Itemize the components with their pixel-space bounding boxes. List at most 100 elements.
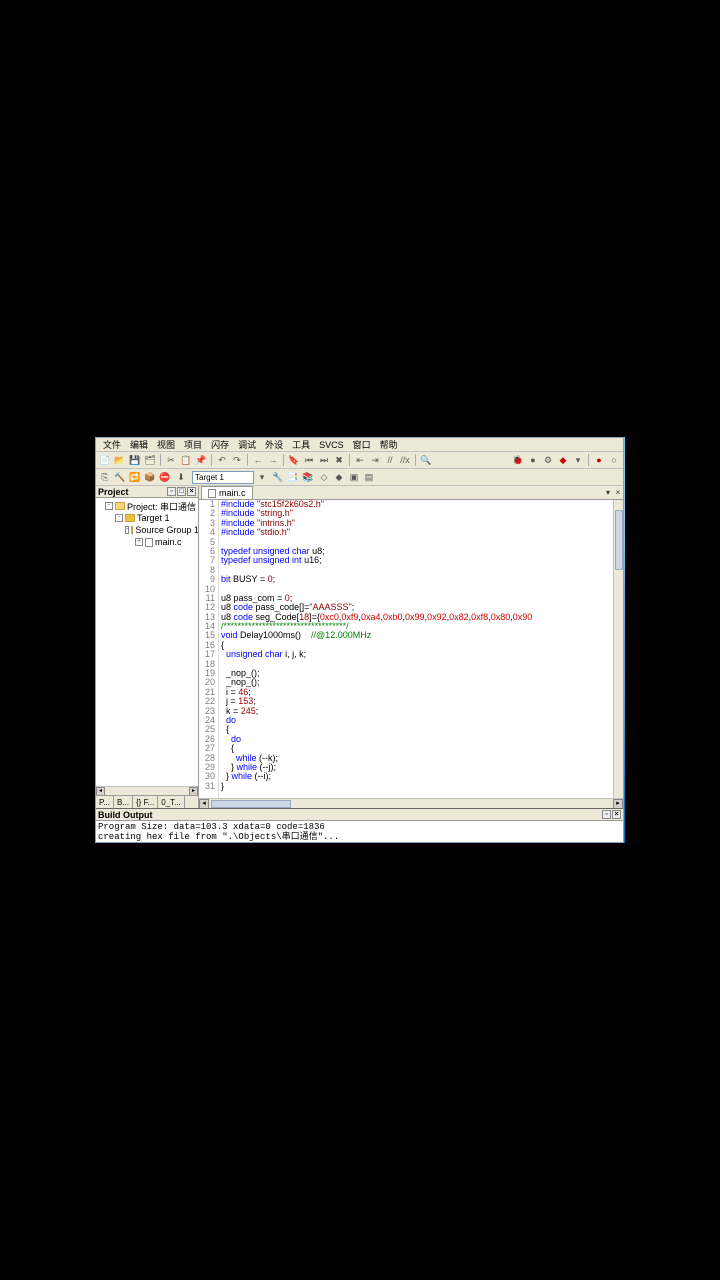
c-file-icon: [208, 489, 216, 498]
tb2-a-icon[interactable]: ◇: [317, 470, 331, 484]
rebuild-icon[interactable]: 🔁: [128, 470, 142, 484]
copy-icon[interactable]: 📋: [179, 453, 193, 467]
tree-expand-icon[interactable]: +: [135, 538, 143, 546]
build-toolbar: ⎘ 🔨 🔁 📦 ⛔ ⬇ Target 1 ▾ 🔧 📑 📚 ◇ ◆ ▣ ▤: [96, 469, 623, 486]
code-editor[interactable]: 1234567891011121314151617181920212223242…: [199, 500, 623, 798]
bookmark-prev-icon[interactable]: ⏮: [302, 453, 316, 467]
indent-right-icon[interactable]: ⇥: [368, 453, 382, 467]
menu-item-闪存[interactable]: 闪存: [207, 438, 233, 451]
cut-icon[interactable]: ✂: [164, 453, 178, 467]
editor-tab-main[interactable]: main.c: [201, 486, 253, 499]
pane-close-icon[interactable]: ×: [187, 487, 196, 496]
main-toolbar: 📄 📂 💾 🗂 ✂ 📋 📌 ↶ ↷ ← → 🔖 ⏮ ⏭ ✖ ⇤ ⇥ // //x…: [96, 452, 623, 469]
project-tab-1[interactable]: B...: [114, 796, 133, 808]
nav-fwd-icon[interactable]: →: [266, 453, 280, 467]
nav-back-icon[interactable]: ←: [251, 453, 265, 467]
group-folder-icon: [131, 526, 133, 534]
pane-pin-icon[interactable]: ▫: [167, 487, 176, 496]
download-icon[interactable]: ⬇: [174, 470, 188, 484]
editor-tabs: main.c ▾ ×: [199, 486, 623, 500]
build-icon[interactable]: 🔨: [113, 470, 127, 484]
editor-pane: main.c ▾ × 12345678910111213141516171819…: [199, 486, 623, 808]
menu-item-文件[interactable]: 文件: [99, 438, 125, 451]
project-tab-0[interactable]: P...: [96, 796, 114, 808]
menu-item-项目[interactable]: 项目: [180, 438, 206, 451]
menu-item-外设[interactable]: 外设: [261, 438, 287, 451]
tb2-d-icon[interactable]: ▤: [362, 470, 376, 484]
redo-icon[interactable]: ↷: [230, 453, 244, 467]
project-pane-title: Project ▫ □ ×: [96, 486, 198, 498]
file-ext-icon[interactable]: 📑: [286, 470, 300, 484]
editor-hscroll[interactable]: ◂ ▸: [199, 798, 623, 808]
breakpoint-icon[interactable]: ●: [526, 453, 540, 467]
tb2-c-icon[interactable]: ▣: [347, 470, 361, 484]
record-icon[interactable]: ●: [592, 453, 606, 467]
comment-icon[interactable]: //: [383, 453, 397, 467]
tree-collapse-icon[interactable]: -: [115, 514, 123, 522]
project-folder-icon: [115, 502, 125, 510]
paste-icon[interactable]: 📌: [194, 453, 208, 467]
tab-close-icon[interactable]: ×: [613, 488, 623, 498]
tree-collapse-icon[interactable]: -: [125, 526, 129, 534]
line-gutter: 1234567891011121314151617181920212223242…: [199, 500, 219, 798]
project-hscroll[interactable]: ◂ ▸: [96, 786, 198, 795]
menu-item-SVCS[interactable]: SVCS: [315, 440, 348, 450]
target-options-icon[interactable]: 🔧: [271, 470, 285, 484]
save-all-icon[interactable]: 🗂: [143, 453, 157, 467]
manage-icon[interactable]: 📚: [301, 470, 315, 484]
tb2-b-icon[interactable]: ◆: [332, 470, 346, 484]
tab-dropdown-icon[interactable]: ▾: [603, 488, 613, 498]
undo-icon[interactable]: ↶: [215, 453, 229, 467]
hscroll-thumb[interactable]: [211, 800, 291, 808]
project-tab-2[interactable]: {} F...: [133, 796, 158, 808]
pane-pin-icon[interactable]: ▫: [602, 810, 611, 819]
menu-item-工具[interactable]: 工具: [288, 438, 314, 451]
menu-item-视图[interactable]: 视图: [153, 438, 179, 451]
stop-build-icon[interactable]: ⛔: [158, 470, 172, 484]
target-folder-icon: [125, 514, 135, 522]
dropdown-icon[interactable]: ▾: [571, 453, 585, 467]
stop-icon[interactable]: ○: [607, 453, 621, 467]
batch-build-icon[interactable]: 📦: [143, 470, 157, 484]
ide-window: 文件编辑视图项目闪存调试外设工具SVCS窗口帮助 📄 📂 💾 🗂 ✂ 📋 📌 ↶…: [95, 437, 624, 843]
find-icon[interactable]: 🔍: [419, 453, 433, 467]
menu-item-帮助[interactable]: 帮助: [376, 438, 402, 451]
pane-max-icon[interactable]: □: [177, 487, 186, 496]
menu-item-调试[interactable]: 调试: [234, 438, 260, 451]
menu-item-编辑[interactable]: 编辑: [126, 438, 152, 451]
target-select[interactable]: Target 1: [192, 471, 254, 484]
c-file-icon: [145, 538, 153, 547]
tree-target-label[interactable]: Target 1: [137, 513, 170, 523]
project-pane-tabs: P...B...{} F...0_T...: [96, 795, 198, 808]
build-output-title: Build Output ▫ ×: [96, 809, 623, 821]
debug-icon[interactable]: 🐞: [511, 453, 525, 467]
code-text[interactable]: #include "stc15f2k60s2.h"#include "strin…: [219, 500, 613, 798]
target-dropdown-icon[interactable]: ▾: [255, 470, 269, 484]
tree-project-label[interactable]: Project: 串口通信: [127, 500, 196, 513]
menu-item-窗口[interactable]: 窗口: [349, 438, 375, 451]
project-tree[interactable]: -Project: 串口通信 -Target 1 -Source Group 1…: [96, 498, 198, 786]
editor-vscroll[interactable]: [613, 500, 623, 798]
build-output-text[interactable]: Program Size: data=103.3 xdata=0 code=18…: [96, 821, 623, 842]
vscroll-thumb[interactable]: [615, 510, 623, 570]
new-file-icon[interactable]: 📄: [98, 453, 112, 467]
tree-file-label[interactable]: main.c: [155, 537, 182, 547]
menu-bar: 文件编辑视图项目闪存调试外设工具SVCS窗口帮助: [96, 438, 623, 452]
indent-left-icon[interactable]: ⇤: [353, 453, 367, 467]
save-icon[interactable]: 💾: [128, 453, 142, 467]
editor-tab-label: main.c: [219, 488, 246, 498]
translate-icon[interactable]: ⎘: [98, 470, 112, 484]
options-icon[interactable]: ◆: [556, 453, 570, 467]
config-icon[interactable]: ⚙: [541, 453, 555, 467]
tree-collapse-icon[interactable]: -: [105, 502, 113, 510]
bookmark-next-icon[interactable]: ⏭: [317, 453, 331, 467]
uncomment-icon[interactable]: //x: [398, 453, 412, 467]
bookmark-icon[interactable]: 🔖: [287, 453, 301, 467]
project-tab-3[interactable]: 0_T...: [158, 796, 185, 808]
open-file-icon[interactable]: 📂: [113, 453, 127, 467]
pane-close-icon[interactable]: ×: [612, 810, 621, 819]
build-output-pane: Build Output ▫ × Program Size: data=103.…: [96, 808, 623, 842]
bookmark-clear-icon[interactable]: ✖: [332, 453, 346, 467]
tree-group-label[interactable]: Source Group 1: [135, 525, 198, 535]
project-pane: Project ▫ □ × -Project: 串口通信 -Target 1 -…: [96, 486, 199, 808]
